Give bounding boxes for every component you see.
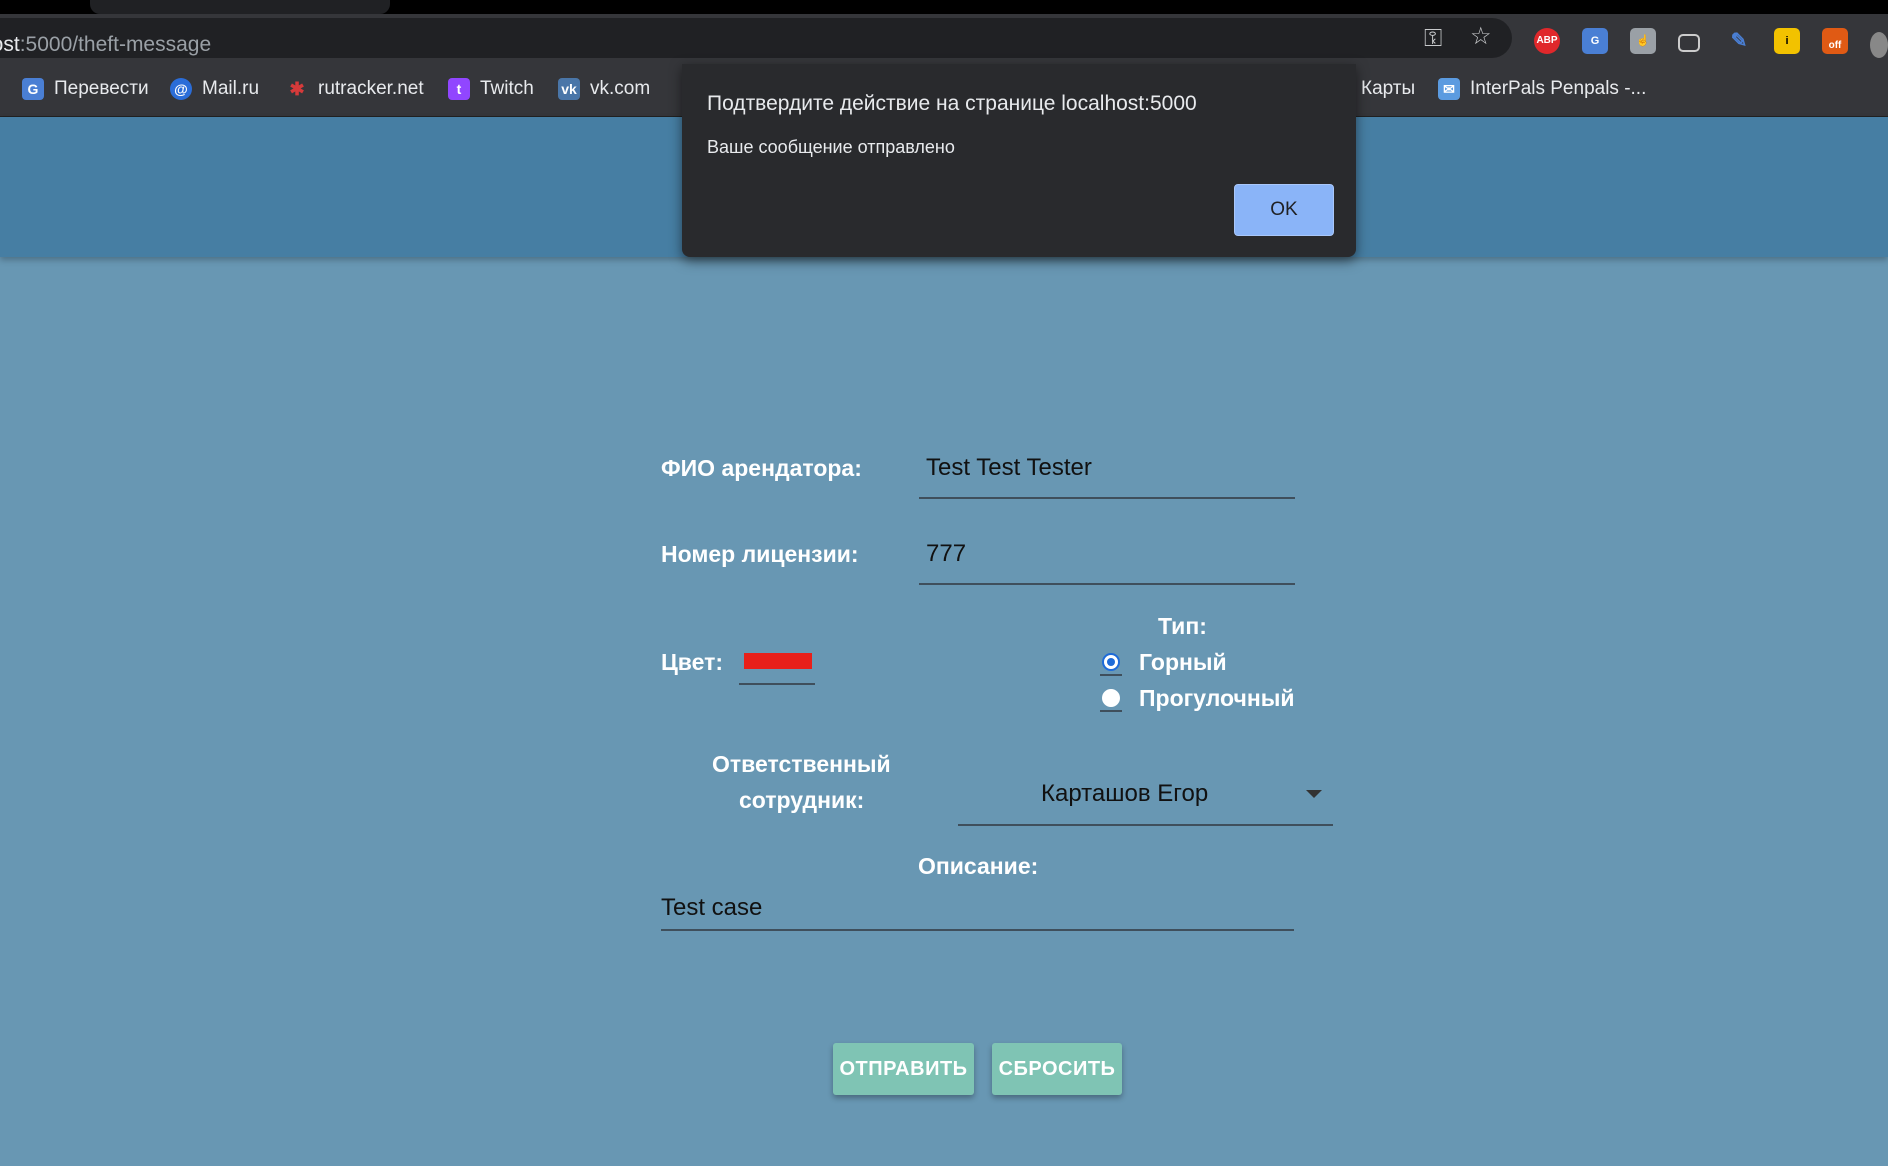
bookmark-twitch[interactable]: t Twitch — [448, 76, 534, 102]
chevron-down-icon[interactable] — [1306, 790, 1322, 798]
translate-icon: G — [22, 77, 44, 100]
dialog-message: Ваше сообщение отправлено — [707, 137, 955, 157]
dialog-title: Подтвердите действие на странице localho… — [707, 92, 1197, 115]
employee-label-line2: сотрудник: — [739, 787, 865, 813]
bookmark-label: rutracker.net — [318, 78, 424, 99]
name-input[interactable]: Test Test Tester — [926, 454, 1092, 482]
url-host: host — [0, 33, 20, 56]
google-translate-icon[interactable]: G — [1582, 28, 1608, 54]
url-text[interactable]: host:5000/theft-message — [0, 33, 211, 57]
key-icon[interactable]: ⚿ — [1424, 22, 1442, 56]
license-input-underline — [919, 583, 1295, 585]
color-picker-underline — [739, 683, 815, 685]
employee-label-line1: Ответственный — [712, 751, 891, 777]
bookmark-label: InterPals Penpals -... — [1470, 78, 1647, 99]
bookmark-star-icon[interactable]: ☆ — [1470, 20, 1492, 54]
vk-icon: vk — [558, 77, 580, 100]
bookmark-interpals[interactable]: ✉ InterPals Penpals -... — [1438, 76, 1646, 102]
bookmark-maps[interactable]: Карты — [1361, 76, 1415, 102]
bookmark-translate[interactable]: G Перевести — [22, 76, 149, 102]
bookmark-vk[interactable]: vk vk.com — [558, 76, 650, 102]
profile-icon[interactable] — [1870, 32, 1888, 58]
info-extension-icon[interactable]: i — [1774, 28, 1800, 54]
bookmark-mailru[interactable]: @ Mail.ru — [170, 76, 259, 102]
eyedropper-icon[interactable]: ✎ — [1726, 28, 1752, 54]
browser-toolbar: host:5000/theft-message ⚿ ☆ ABP G ☝ ✎ i … — [0, 14, 1888, 62]
employee-select-underline — [958, 824, 1333, 826]
reset-button[interactable]: СБРОСИТЬ — [992, 1043, 1122, 1095]
bookmark-label: Карты — [1361, 78, 1416, 99]
confirm-dialog: Подтвердите действие на странице localho… — [682, 64, 1356, 257]
type-option-mountain-label[interactable]: Горный — [1139, 649, 1227, 676]
type-radio-mountain[interactable] — [1102, 653, 1120, 671]
type-label: Тип: — [1158, 613, 1207, 639]
address-bar[interactable]: host:5000/theft-message ⚿ ☆ — [0, 18, 1512, 58]
bookmark-label: Перевести — [54, 78, 149, 99]
twitch-icon: t — [448, 77, 470, 100]
bookmark-rutracker[interactable]: ✱ rutracker.net — [286, 76, 424, 102]
touch-extension-icon[interactable]: ☝ — [1630, 28, 1656, 54]
description-input-underline — [661, 929, 1294, 931]
description-input[interactable]: Test case — [661, 894, 762, 922]
bookmark-label: vk.com — [590, 78, 651, 99]
ok-button[interactable]: OK — [1234, 184, 1334, 236]
color-label: Цвет: — [661, 649, 724, 675]
bookmark-label: Mail.ru — [202, 78, 260, 99]
url-path: :5000/theft-message — [19, 33, 212, 56]
mailru-icon: @ — [170, 77, 192, 100]
interpals-icon: ✉ — [1438, 77, 1460, 100]
license-input[interactable]: 777 — [926, 540, 966, 568]
offline-extension-icon[interactable]: off — [1822, 28, 1848, 54]
radio-underline — [1100, 674, 1122, 676]
license-label: Номер лицензии: — [661, 541, 859, 567]
radio-underline — [1100, 710, 1122, 712]
rutracker-icon: ✱ — [289, 78, 305, 99]
employee-select[interactable]: Карташов Егор — [1041, 780, 1208, 808]
name-label: ФИО арендатора: — [661, 455, 862, 481]
bookmark-label: Twitch — [480, 78, 534, 99]
adblock-plus-icon[interactable]: ABP — [1534, 28, 1560, 54]
type-radio-walking[interactable] — [1102, 689, 1120, 707]
picture-in-picture-icon[interactable] — [1678, 34, 1700, 52]
name-input-underline — [919, 497, 1295, 499]
submit-button[interactable]: ОТПРАВИТЬ — [833, 1043, 974, 1095]
description-label: Описание: — [918, 853, 1039, 879]
color-picker[interactable] — [744, 653, 812, 669]
browser-tab[interactable] — [90, 0, 390, 14]
type-option-walking-label[interactable]: Прогулочный — [1139, 685, 1295, 712]
browser-tab-strip — [0, 0, 1888, 14]
